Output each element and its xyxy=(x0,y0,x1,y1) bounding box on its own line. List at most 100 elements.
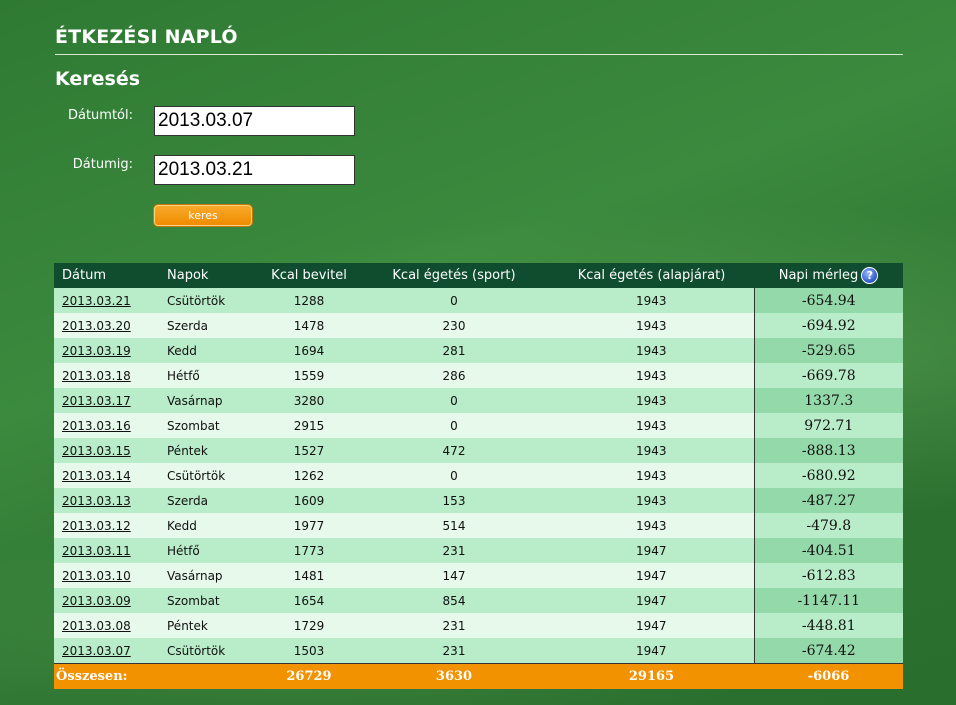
row-date-link[interactable]: 2013.03.14 xyxy=(62,469,131,483)
row-daily-balance: -612.83 xyxy=(801,567,856,584)
row-daily-balance: -404.51 xyxy=(801,542,856,559)
row-kcal-base: 1947 xyxy=(635,593,667,608)
row-date-link[interactable]: 2013.03.07 xyxy=(62,644,131,658)
row-date-cell: 2013.03.19 xyxy=(54,338,159,363)
date-from-input[interactable] xyxy=(154,106,355,136)
row-kcal-sport-cell: 0 xyxy=(359,388,549,413)
row-kcal-base-cell: 1943 xyxy=(549,513,754,538)
row-date-cell: 2013.03.21 xyxy=(54,288,159,313)
row-daily-balance-cell: -674.42 xyxy=(753,638,903,664)
row-day: Szerda xyxy=(167,493,208,508)
row-date-link[interactable]: 2013.03.09 xyxy=(62,594,131,608)
row-kcal-intake: 1503 xyxy=(293,643,325,658)
table-row: 2013.03.16 Szombat 2915 0 1943 972.71 xyxy=(54,413,903,438)
row-date-link[interactable]: 2013.03.16 xyxy=(62,419,131,433)
row-date-link[interactable]: 2013.03.19 xyxy=(62,344,131,358)
totals-label: Összesen: xyxy=(54,663,259,689)
row-kcal-base-cell: 1943 xyxy=(549,363,754,388)
row-date-cell: 2013.03.13 xyxy=(54,488,159,513)
row-kcal-base: 1943 xyxy=(635,368,667,383)
row-daily-balance: -888.13 xyxy=(801,442,856,459)
row-date-link[interactable]: 2013.03.18 xyxy=(62,369,131,383)
row-kcal-base: 1943 xyxy=(635,493,667,508)
row-kcal-base: 1947 xyxy=(635,643,667,658)
row-kcal-sport-cell: 230 xyxy=(359,313,549,338)
row-day: Péntek xyxy=(167,443,208,458)
row-date-link[interactable]: 2013.03.20 xyxy=(62,319,131,333)
row-kcal-sport: 0 xyxy=(450,468,458,483)
row-kcal-sport: 286 xyxy=(442,368,466,383)
row-kcal-sport-cell: 231 xyxy=(359,538,549,563)
row-daily-balance-cell: -669.78 xyxy=(753,363,903,388)
row-kcal-base-cell: 1943 xyxy=(549,463,754,488)
row-kcal-intake: 1262 xyxy=(293,468,325,483)
table-row: 2013.03.11 Hétfő 1773 231 1947 -404.51 xyxy=(54,538,903,563)
row-date-cell: 2013.03.10 xyxy=(54,563,159,588)
row-kcal-intake-cell: 1654 xyxy=(259,588,359,613)
row-kcal-base-cell: 1943 xyxy=(549,338,754,363)
row-kcal-intake-cell: 3280 xyxy=(259,388,359,413)
row-kcal-sport-cell: 0 xyxy=(359,463,549,488)
row-kcal-intake-cell: 1503 xyxy=(259,638,359,664)
row-kcal-intake: 1559 xyxy=(293,368,325,383)
table-row: 2013.03.18 Hétfő 1559 286 1943 -669.78 xyxy=(54,363,903,388)
row-kcal-base: 1947 xyxy=(635,618,667,633)
row-daily-balance-cell: -448.81 xyxy=(753,613,903,638)
help-icon[interactable]: ? xyxy=(861,267,879,284)
row-kcal-intake: 1977 xyxy=(293,518,325,533)
table-row: 2013.03.07 Csütörtök 1503 231 1947 -674.42 xyxy=(54,638,903,664)
date-to-input[interactable] xyxy=(154,155,355,185)
header-kcal-intake: Kcal bevitel xyxy=(259,263,359,288)
row-kcal-intake: 2915 xyxy=(293,418,325,433)
row-kcal-base-cell: 1943 xyxy=(549,488,754,513)
row-kcal-base: 1943 xyxy=(635,518,667,533)
row-kcal-intake-cell: 1694 xyxy=(259,338,359,363)
row-day: Péntek xyxy=(167,618,208,633)
row-kcal-intake: 1654 xyxy=(293,593,325,608)
row-kcal-base-cell: 1943 xyxy=(549,313,754,338)
row-kcal-intake: 1729 xyxy=(293,618,325,633)
row-date-link[interactable]: 2013.03.21 xyxy=(62,294,131,308)
row-kcal-intake: 1481 xyxy=(293,568,325,583)
row-daily-balance: -680.92 xyxy=(801,467,856,484)
row-day: Hétfő xyxy=(167,368,200,383)
row-day-cell: Csütörtök xyxy=(159,638,259,664)
row-date-link[interactable]: 2013.03.10 xyxy=(62,569,131,583)
row-date-link[interactable]: 2013.03.17 xyxy=(62,394,131,408)
row-daily-balance: -448.81 xyxy=(801,617,856,634)
header-day: Napok xyxy=(159,263,259,288)
row-date-link[interactable]: 2013.03.13 xyxy=(62,494,131,508)
row-kcal-intake-cell: 1481 xyxy=(259,563,359,588)
row-date-cell: 2013.03.07 xyxy=(54,638,159,664)
row-date-link[interactable]: 2013.03.15 xyxy=(62,444,131,458)
row-day: Csütörtök xyxy=(167,643,226,658)
row-day: Szerda xyxy=(167,318,208,333)
page-title: ÉTKEZÉSI NAPLÓ xyxy=(55,26,903,55)
row-daily-balance-cell: -888.13 xyxy=(753,438,903,463)
row-kcal-base-cell: 1947 xyxy=(549,613,754,638)
row-daily-balance-cell: -612.83 xyxy=(753,563,903,588)
totals-sport: 3630 xyxy=(359,663,549,689)
row-kcal-intake: 1288 xyxy=(293,293,325,308)
row-kcal-sport: 0 xyxy=(450,418,458,433)
table-row: 2013.03.20 Szerda 1478 230 1943 -694.92 xyxy=(54,313,903,338)
row-daily-balance-cell: 972.71 xyxy=(753,413,903,438)
row-date-link[interactable]: 2013.03.12 xyxy=(62,519,131,533)
row-kcal-sport-cell: 514 xyxy=(359,513,549,538)
row-day: Kedd xyxy=(167,518,197,533)
row-kcal-intake: 3280 xyxy=(293,393,325,408)
row-kcal-intake: 1478 xyxy=(293,318,325,333)
row-kcal-intake: 1609 xyxy=(293,493,325,508)
row-daily-balance-cell: -487.27 xyxy=(753,488,903,513)
row-day-cell: Vasárnap xyxy=(159,563,259,588)
row-daily-balance: -674.42 xyxy=(801,642,856,659)
row-daily-balance-cell: -1147.11 xyxy=(753,588,903,613)
totals-balance: -6066 xyxy=(754,663,903,689)
row-date-link[interactable]: 2013.03.08 xyxy=(62,619,131,633)
row-day-cell: Csütörtök xyxy=(159,463,259,488)
search-button[interactable]: keres xyxy=(154,205,252,226)
row-day: Hétfő xyxy=(167,543,200,558)
row-day: Kedd xyxy=(167,343,197,358)
row-day: Szombat xyxy=(167,593,220,608)
row-date-link[interactable]: 2013.03.11 xyxy=(62,544,131,558)
